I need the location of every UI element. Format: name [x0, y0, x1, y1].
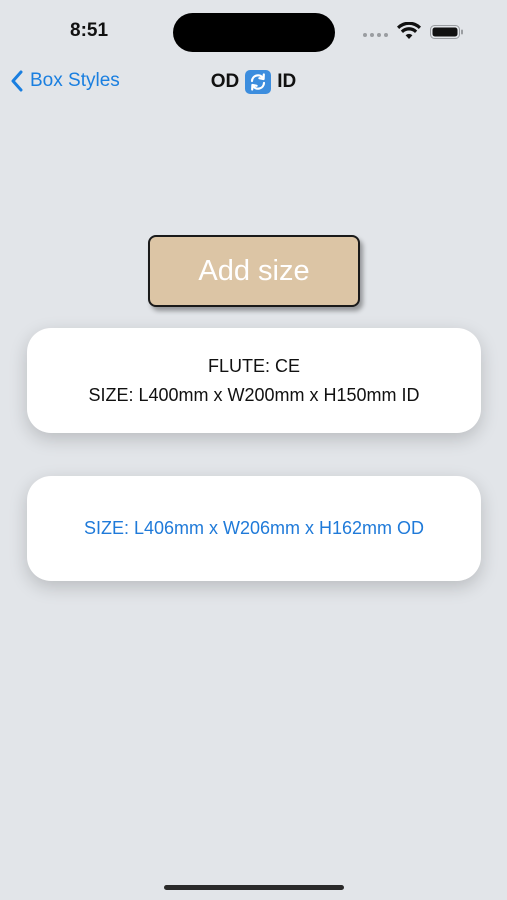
outer-size-text: SIZE: L406mm x W206mm x H162mm OD [83, 518, 425, 538]
outer-dimensions-card[interactable]: SIZE: L406mm x W206mm x H162mm OD [27, 476, 481, 581]
inner-size-text: SIZE: L400mm x W200mm x H150mm ID [88, 384, 420, 405]
inner-dimensions-card: FLUTE: CE SIZE: L400mm x W200mm x H150mm… [27, 328, 481, 433]
back-button[interactable]: Box Styles [10, 66, 120, 96]
add-size-button[interactable]: Add size [148, 235, 360, 307]
back-button-label: Box Styles [30, 70, 120, 91]
home-indicator[interactable] [164, 885, 344, 890]
battery-icon [430, 25, 463, 39]
swap-arrows-icon [245, 70, 272, 94]
chevron-left-icon [11, 70, 23, 92]
status-time: 8:51 [70, 20, 109, 41]
title-id-label: ID [277, 71, 297, 92]
status-bar: 8:51 [0, 0, 507, 62]
dynamic-island [173, 13, 335, 52]
flute-type-text: FLUTE: CE [207, 355, 300, 376]
wifi-icon [397, 22, 421, 39]
title-od-label: OD [210, 71, 240, 92]
navigation-bar: Box Styles OD ID [0, 62, 507, 102]
signal-dots-icon [363, 32, 389, 38]
